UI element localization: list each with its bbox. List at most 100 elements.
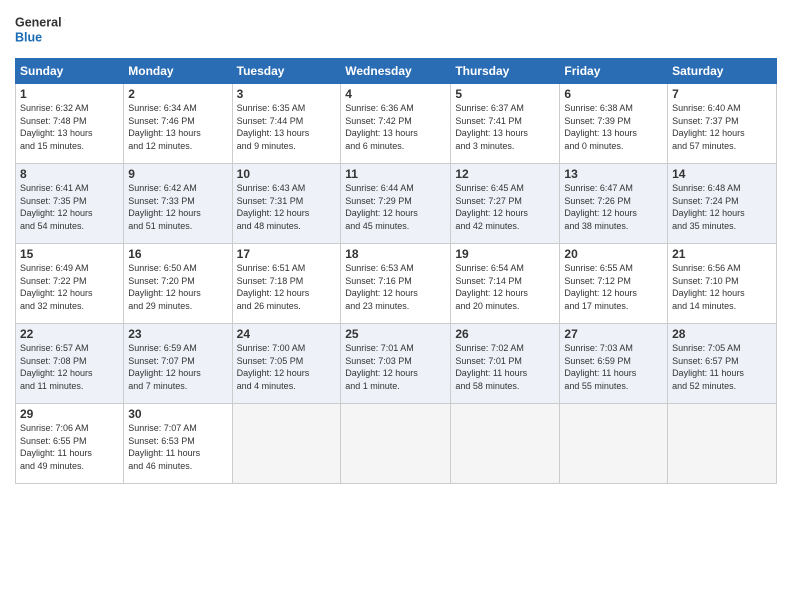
cell-details: Sunrise: 6:53 AMSunset: 7:16 PMDaylight:… [345,262,446,312]
calendar-header-row: Sunday Monday Tuesday Wednesday Thursday… [16,59,777,84]
day-number: 29 [20,407,119,421]
cell-details: Sunrise: 6:50 AMSunset: 7:20 PMDaylight:… [128,262,227,312]
day-number: 22 [20,327,119,341]
cell-details: Sunrise: 6:55 AMSunset: 7:12 PMDaylight:… [564,262,663,312]
day-number: 14 [672,167,772,181]
cell-details: Sunrise: 6:43 AMSunset: 7:31 PMDaylight:… [237,182,337,232]
day-number: 2 [128,87,227,101]
calendar-cell: 19Sunrise: 6:54 AMSunset: 7:14 PMDayligh… [451,244,560,324]
day-number: 1 [20,87,119,101]
day-number: 16 [128,247,227,261]
cell-details: Sunrise: 6:42 AMSunset: 7:33 PMDaylight:… [128,182,227,232]
calendar-cell [451,404,560,484]
calendar-cell [668,404,777,484]
calendar-cell: 15Sunrise: 6:49 AMSunset: 7:22 PMDayligh… [16,244,124,324]
cell-details: Sunrise: 6:38 AMSunset: 7:39 PMDaylight:… [564,102,663,152]
calendar-cell: 1Sunrise: 6:32 AMSunset: 7:48 PMDaylight… [16,84,124,164]
calendar-week-row: 1Sunrise: 6:32 AMSunset: 7:48 PMDaylight… [16,84,777,164]
calendar-cell: 21Sunrise: 6:56 AMSunset: 7:10 PMDayligh… [668,244,777,324]
day-number: 10 [237,167,337,181]
day-number: 24 [237,327,337,341]
calendar-cell: 14Sunrise: 6:48 AMSunset: 7:24 PMDayligh… [668,164,777,244]
cell-details: Sunrise: 6:36 AMSunset: 7:42 PMDaylight:… [345,102,446,152]
calendar-cell: 29Sunrise: 7:06 AMSunset: 6:55 PMDayligh… [16,404,124,484]
cell-details: Sunrise: 6:56 AMSunset: 7:10 PMDaylight:… [672,262,772,312]
calendar-cell: 12Sunrise: 6:45 AMSunset: 7:27 PMDayligh… [451,164,560,244]
col-friday: Friday [560,59,668,84]
cell-details: Sunrise: 6:57 AMSunset: 7:08 PMDaylight:… [20,342,119,392]
calendar-cell: 27Sunrise: 7:03 AMSunset: 6:59 PMDayligh… [560,324,668,404]
day-number: 19 [455,247,555,261]
day-number: 26 [455,327,555,341]
day-number: 15 [20,247,119,261]
calendar-cell: 4Sunrise: 6:36 AMSunset: 7:42 PMDaylight… [341,84,451,164]
calendar-cell: 18Sunrise: 6:53 AMSunset: 7:16 PMDayligh… [341,244,451,324]
calendar-cell: 20Sunrise: 6:55 AMSunset: 7:12 PMDayligh… [560,244,668,324]
cell-details: Sunrise: 6:47 AMSunset: 7:26 PMDaylight:… [564,182,663,232]
col-monday: Monday [124,59,232,84]
day-number: 30 [128,407,227,421]
cell-details: Sunrise: 6:49 AMSunset: 7:22 PMDaylight:… [20,262,119,312]
cell-details: Sunrise: 7:05 AMSunset: 6:57 PMDaylight:… [672,342,772,392]
col-sunday: Sunday [16,59,124,84]
col-tuesday: Tuesday [232,59,341,84]
cell-details: Sunrise: 7:06 AMSunset: 6:55 PMDaylight:… [20,422,119,472]
calendar-cell: 10Sunrise: 6:43 AMSunset: 7:31 PMDayligh… [232,164,341,244]
cell-details: Sunrise: 6:54 AMSunset: 7:14 PMDaylight:… [455,262,555,312]
day-number: 3 [237,87,337,101]
day-number: 17 [237,247,337,261]
day-number: 21 [672,247,772,261]
cell-details: Sunrise: 6:51 AMSunset: 7:18 PMDaylight:… [237,262,337,312]
calendar-cell: 5Sunrise: 6:37 AMSunset: 7:41 PMDaylight… [451,84,560,164]
svg-text:Blue: Blue [15,30,42,44]
calendar-week-row: 8Sunrise: 6:41 AMSunset: 7:35 PMDaylight… [16,164,777,244]
calendar-cell: 11Sunrise: 6:44 AMSunset: 7:29 PMDayligh… [341,164,451,244]
cell-details: Sunrise: 7:02 AMSunset: 7:01 PMDaylight:… [455,342,555,392]
day-number: 23 [128,327,227,341]
day-number: 4 [345,87,446,101]
calendar-cell: 24Sunrise: 7:00 AMSunset: 7:05 PMDayligh… [232,324,341,404]
day-number: 27 [564,327,663,341]
calendar-cell: 30Sunrise: 7:07 AMSunset: 6:53 PMDayligh… [124,404,232,484]
day-number: 8 [20,167,119,181]
day-number: 25 [345,327,446,341]
cell-details: Sunrise: 6:59 AMSunset: 7:07 PMDaylight:… [128,342,227,392]
day-number: 13 [564,167,663,181]
cell-details: Sunrise: 7:00 AMSunset: 7:05 PMDaylight:… [237,342,337,392]
cell-details: Sunrise: 7:03 AMSunset: 6:59 PMDaylight:… [564,342,663,392]
day-number: 28 [672,327,772,341]
svg-text:General: General [15,15,62,29]
col-thursday: Thursday [451,59,560,84]
calendar-week-row: 15Sunrise: 6:49 AMSunset: 7:22 PMDayligh… [16,244,777,324]
calendar-cell: 28Sunrise: 7:05 AMSunset: 6:57 PMDayligh… [668,324,777,404]
day-number: 6 [564,87,663,101]
calendar-cell: 6Sunrise: 6:38 AMSunset: 7:39 PMDaylight… [560,84,668,164]
calendar-cell: 3Sunrise: 6:35 AMSunset: 7:44 PMDaylight… [232,84,341,164]
calendar-cell: 23Sunrise: 6:59 AMSunset: 7:07 PMDayligh… [124,324,232,404]
col-wednesday: Wednesday [341,59,451,84]
calendar-cell [560,404,668,484]
cell-details: Sunrise: 6:44 AMSunset: 7:29 PMDaylight:… [345,182,446,232]
logo-svg: General Blue [15,10,65,50]
page-header: General Blue [15,10,777,50]
calendar-cell: 17Sunrise: 6:51 AMSunset: 7:18 PMDayligh… [232,244,341,324]
cell-details: Sunrise: 6:32 AMSunset: 7:48 PMDaylight:… [20,102,119,152]
cell-details: Sunrise: 6:35 AMSunset: 7:44 PMDaylight:… [237,102,337,152]
calendar-week-row: 29Sunrise: 7:06 AMSunset: 6:55 PMDayligh… [16,404,777,484]
col-saturday: Saturday [668,59,777,84]
cell-details: Sunrise: 6:34 AMSunset: 7:46 PMDaylight:… [128,102,227,152]
calendar-cell: 8Sunrise: 6:41 AMSunset: 7:35 PMDaylight… [16,164,124,244]
cell-details: Sunrise: 6:37 AMSunset: 7:41 PMDaylight:… [455,102,555,152]
day-number: 5 [455,87,555,101]
calendar-cell: 2Sunrise: 6:34 AMSunset: 7:46 PMDaylight… [124,84,232,164]
day-number: 20 [564,247,663,261]
calendar-cell: 26Sunrise: 7:02 AMSunset: 7:01 PMDayligh… [451,324,560,404]
calendar-cell: 9Sunrise: 6:42 AMSunset: 7:33 PMDaylight… [124,164,232,244]
day-number: 9 [128,167,227,181]
calendar-table: Sunday Monday Tuesday Wednesday Thursday… [15,58,777,484]
cell-details: Sunrise: 7:01 AMSunset: 7:03 PMDaylight:… [345,342,446,392]
cell-details: Sunrise: 7:07 AMSunset: 6:53 PMDaylight:… [128,422,227,472]
cell-details: Sunrise: 6:48 AMSunset: 7:24 PMDaylight:… [672,182,772,232]
day-number: 18 [345,247,446,261]
cell-details: Sunrise: 6:41 AMSunset: 7:35 PMDaylight:… [20,182,119,232]
